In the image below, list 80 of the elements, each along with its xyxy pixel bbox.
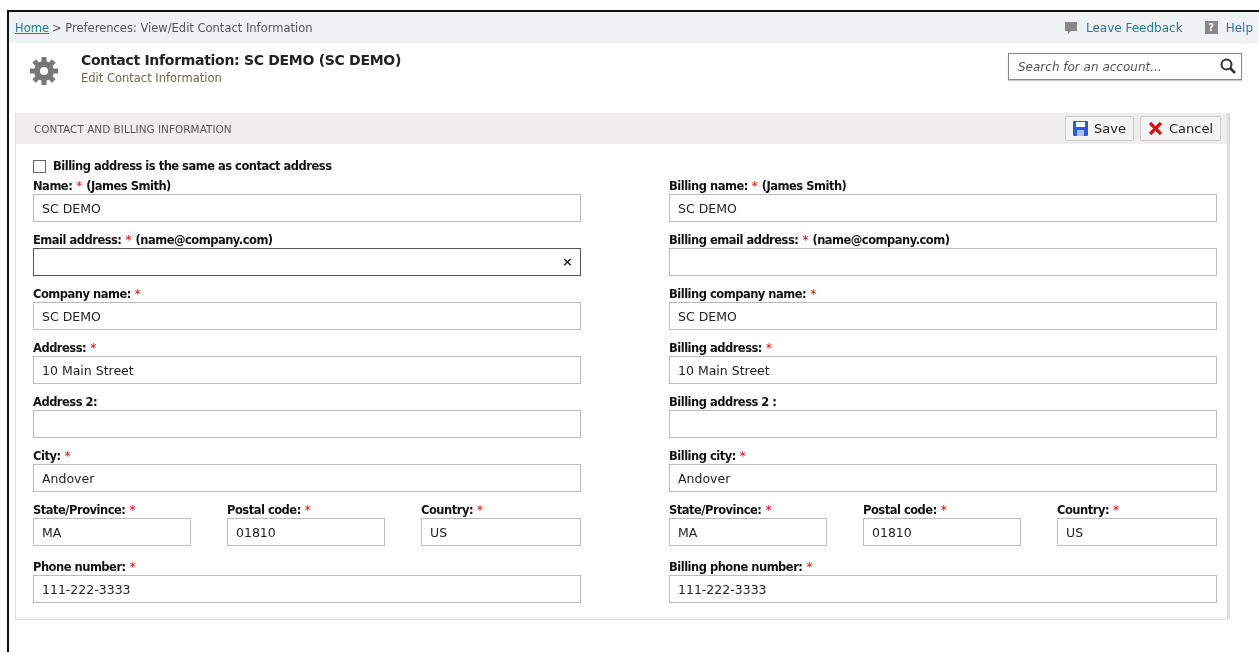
checkbox-label: Billing address is the same as contact address	[53, 159, 332, 173]
field-label: Billing email address:	[669, 232, 799, 248]
speech-bubble-icon	[1064, 20, 1078, 35]
input-field[interactable]: SC DEMO	[33, 302, 581, 330]
help-link[interactable]: Help	[1225, 20, 1253, 35]
required-marker: *	[802, 233, 809, 247]
field-label: Billing address 2 :	[669, 394, 777, 410]
field-label: Postal code:	[227, 502, 301, 518]
field-label: Billing name:	[669, 178, 748, 194]
field-label: Address 2:	[33, 394, 98, 410]
input-field[interactable]: 01810	[863, 518, 1021, 546]
field-label: Billing phone number:	[669, 559, 803, 575]
required-marker: *	[1113, 503, 1119, 517]
field-label: City:	[33, 448, 61, 464]
required-marker: *	[810, 287, 817, 301]
input-field[interactable]: SC DEMO	[669, 194, 1217, 222]
field-hint: (name@company.com)	[135, 232, 273, 248]
input-field[interactable]	[669, 410, 1217, 438]
checkbox[interactable]	[33, 159, 46, 173]
field-label: Address:	[33, 340, 87, 356]
field-label: Billing company name:	[669, 286, 807, 302]
field-label: Postal code:	[863, 502, 937, 518]
input-field[interactable]: 01810	[227, 518, 385, 546]
cancel-button[interactable]: Cancel	[1139, 116, 1221, 141]
input-field[interactable]: SC DEMO	[33, 194, 581, 222]
gear-icon	[29, 56, 59, 86]
input-field[interactable]: MA	[669, 518, 827, 546]
required-marker: *	[90, 341, 97, 355]
required-marker: *	[76, 179, 83, 193]
field-label: Billing city:	[669, 448, 736, 464]
input-field[interactable]: Andover	[33, 464, 581, 492]
field-hint: (James Smith)	[761, 178, 847, 194]
required-marker: *	[739, 449, 746, 463]
field-hint: (name@company.com)	[812, 232, 950, 248]
help-icon: ?	[1204, 21, 1218, 34]
field-label: State/Province:	[33, 502, 126, 518]
required-marker: *	[64, 449, 71, 463]
required-marker: *	[806, 560, 813, 574]
search-icon	[1220, 58, 1236, 74]
field-label: State/Province:	[669, 502, 762, 518]
field-label: Email address:	[33, 232, 122, 248]
feedback-link[interactable]: Leave Feedback	[1086, 20, 1183, 35]
required-marker: *	[477, 503, 483, 517]
field-label: Country:	[1057, 502, 1109, 518]
input-field[interactable]: 111-222-3333	[33, 575, 581, 603]
field-label: Name:	[33, 178, 73, 194]
required-marker: *	[765, 503, 772, 517]
page-subtitle: Edit Contact Information	[81, 71, 223, 85]
field-label: Phone number:	[33, 559, 126, 575]
home-link[interactable]: Home	[15, 20, 49, 35]
input-field[interactable]: 111-222-3333	[669, 575, 1217, 603]
save-button[interactable]: Save	[1065, 116, 1134, 141]
field-hint: (James Smith)	[86, 178, 171, 194]
required-marker: *	[765, 341, 772, 355]
input-field[interactable]: 10 Main Street	[33, 356, 581, 384]
clear-button[interactable]: ×	[562, 254, 573, 270]
required-marker: *	[134, 287, 141, 301]
input-field[interactable]: US	[421, 518, 581, 546]
x-icon	[1147, 121, 1163, 136]
required-marker: *	[940, 503, 947, 517]
section-title: CONTACT AND BILLING INFORMATION	[34, 122, 232, 135]
breadcrumb-text: > Preferences: View/Edit Contact Information	[51, 20, 313, 35]
input-field[interactable]	[669, 248, 1217, 276]
search-field[interactable]: Search for an account...	[1008, 53, 1242, 80]
input-field[interactable]: Andover	[669, 464, 1217, 492]
input-field[interactable]: MA	[33, 518, 191, 546]
required-marker: *	[129, 560, 136, 574]
required-marker: *	[125, 233, 132, 247]
field-label: Billing address:	[669, 340, 762, 356]
input-field[interactable]: 10 Main Street	[669, 356, 1217, 384]
required-marker: *	[751, 179, 758, 193]
field-label: Company name:	[33, 286, 131, 302]
input-field[interactable]: SC DEMO	[669, 302, 1217, 330]
input-field[interactable]	[33, 248, 581, 276]
field-label: Country:	[421, 502, 473, 518]
page-title: Contact Information: SC DEMO (SC DEMO)	[81, 52, 402, 68]
required-marker: *	[129, 503, 136, 517]
required-marker: *	[304, 503, 311, 517]
input-field[interactable]: US	[1057, 518, 1217, 546]
input-field[interactable]	[33, 410, 581, 438]
